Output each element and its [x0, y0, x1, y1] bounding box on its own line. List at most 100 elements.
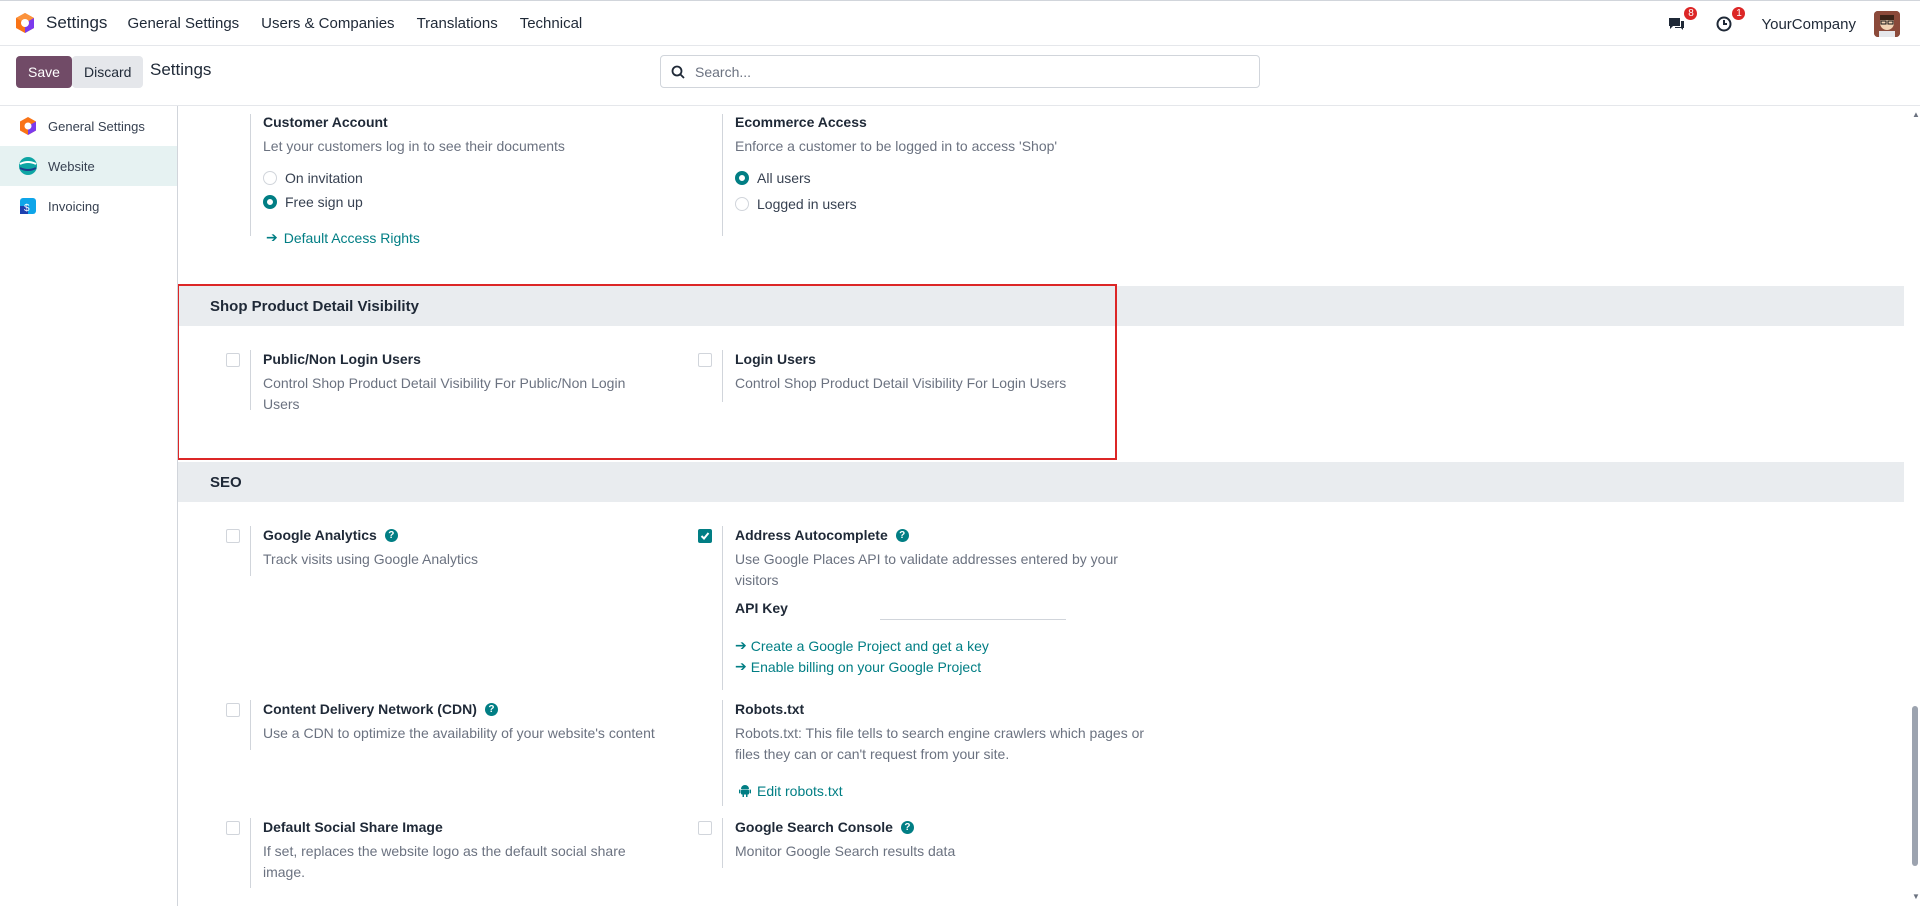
scrollbar[interactable]: ▲ ▼ — [1910, 106, 1920, 906]
customer-account-setting: Customer Account Let your customers log … — [263, 114, 683, 248]
arrow-right-icon: ➔ — [735, 637, 747, 653]
menu-technical[interactable]: Technical — [520, 15, 583, 32]
help-icon[interactable]: ? — [484, 702, 498, 716]
cdn-setting: Content Delivery Network (CDN) ? Use a C… — [263, 701, 703, 744]
address-autocomplete-checkbox[interactable] — [698, 529, 712, 543]
sidebar-item-general-settings[interactable]: General Settings — [0, 106, 177, 146]
user-avatar[interactable] — [1874, 11, 1900, 37]
sidebar-item-label: General Settings — [48, 118, 145, 134]
help-icon[interactable]: ? — [384, 528, 398, 542]
setting-title-text: Google Search Console — [735, 819, 893, 835]
discard-button[interactable]: Discard — [72, 56, 144, 88]
activities-badge: 1 — [1732, 7, 1746, 20]
radio-on-invitation[interactable]: On invitation — [263, 167, 683, 189]
setting-title: Google Search Console ? — [735, 819, 1135, 835]
breadcrumb: Settings — [150, 60, 212, 79]
radio-label: All users — [757, 170, 811, 186]
radio-all-users[interactable]: All users — [735, 167, 1155, 189]
menu-users-companies[interactable]: Users & Companies — [261, 15, 394, 32]
help-icon[interactable]: ? — [895, 528, 909, 542]
chat-icon — [1669, 18, 1685, 30]
ecommerce-access-setting: Ecommerce Access Enforce a customer to b… — [735, 114, 1155, 215]
divider — [250, 700, 251, 750]
search-console-checkbox[interactable] — [698, 821, 712, 835]
control-panel: Save Discard Settings — [0, 46, 1920, 106]
setting-description: Use a CDN to optimize the availability o… — [263, 725, 655, 741]
top-navbar: Settings General Settings Users & Compan… — [0, 0, 1920, 46]
setting-description: Track visits using Google Analytics — [263, 551, 479, 567]
radio-label: Logged in users — [757, 196, 857, 212]
scroll-up-icon[interactable]: ▲ — [1912, 110, 1920, 119]
section-header-seo: SEO — [178, 462, 1904, 502]
menu-general-settings[interactable]: General Settings — [127, 15, 239, 32]
radio-free-sign-up[interactable]: Free sign up — [263, 191, 683, 213]
social-share-image-checkbox[interactable] — [226, 821, 240, 835]
search-input[interactable] — [695, 63, 1235, 80]
radio-label: Free sign up — [285, 194, 363, 210]
svg-text:$: $ — [24, 203, 30, 214]
sidebar-item-label: Invoicing — [48, 198, 100, 214]
divider — [722, 818, 723, 868]
search-bar[interactable] — [660, 55, 1260, 88]
arrow-right-icon: ➔ — [735, 658, 747, 674]
radio-button[interactable] — [735, 171, 749, 185]
save-button[interactable]: Save — [16, 56, 72, 88]
company-switcher[interactable]: YourCompany — [1761, 16, 1856, 33]
setting-title: Default Social Share Image — [263, 819, 443, 835]
api-key-label: API Key — [735, 600, 788, 616]
messages-button[interactable]: 8 — [1665, 7, 1698, 35]
sidebar-item-invoicing[interactable]: $ Invoicing — [0, 186, 177, 226]
radio-label: On invitation — [285, 170, 363, 186]
setting-description: Enforce a customer to be logged in to ac… — [735, 138, 1058, 154]
setting-title: Google Analytics ? — [263, 527, 683, 543]
robots-txt-setting: Robots.txt Robots.txt: This file tells t… — [735, 701, 1145, 801]
setting-title: Address Autocomplete ? — [735, 527, 1135, 543]
setting-title-text: Google Analytics — [263, 527, 377, 543]
setting-description: Use Google Places API to validate addres… — [735, 551, 1118, 588]
default-access-rights-link[interactable]: ➔ Default Access Rights — [266, 227, 683, 248]
radio-button[interactable] — [263, 195, 277, 209]
radio-logged-in-users[interactable]: Logged in users — [735, 193, 1155, 215]
scroll-down-icon[interactable]: ▼ — [1912, 892, 1920, 901]
radio-button[interactable] — [263, 171, 277, 185]
arrow-right-icon: ➔ — [266, 229, 278, 245]
sidebar-item-website[interactable]: Website — [0, 146, 177, 186]
link-label: Edit robots.txt — [757, 782, 843, 799]
odoo-settings-icon — [20, 117, 36, 135]
setting-title: Ecommerce Access — [735, 114, 867, 130]
search-console-setting: Google Search Console ? Monitor Google S… — [735, 819, 1135, 862]
enable-billing-link[interactable]: ➔ Enable billing on your Google Project — [735, 656, 1135, 677]
messages-badge: 8 — [1684, 7, 1698, 20]
app-name[interactable]: Settings — [46, 13, 107, 33]
search-icon — [671, 65, 685, 79]
google-analytics-checkbox[interactable] — [226, 529, 240, 543]
divider — [250, 526, 251, 576]
help-icon[interactable]: ? — [900, 820, 914, 834]
activities-button[interactable]: 1 — [1713, 7, 1746, 35]
radio-button[interactable] — [735, 197, 749, 211]
divider — [722, 700, 723, 806]
menu-translations[interactable]: Translations — [417, 15, 498, 32]
divider — [250, 818, 251, 888]
android-icon — [739, 785, 751, 797]
address-autocomplete-setting: Address Autocomplete ? Use Google Places… — [735, 527, 1135, 677]
create-google-project-link[interactable]: ➔ Create a Google Project and get a key — [735, 635, 1135, 656]
link-label: Create a Google Project and get a key — [750, 637, 989, 654]
odoo-settings-icon[interactable] — [14, 12, 36, 34]
divider — [722, 526, 723, 690]
setting-title: Customer Account — [263, 114, 388, 130]
user-avatar-image — [1874, 11, 1900, 37]
api-key-input[interactable] — [880, 600, 1066, 620]
clock-icon — [1716, 16, 1732, 32]
setting-description: Let your customers log in to see their d… — [263, 138, 565, 154]
sidebar-item-label: Website — [48, 158, 95, 174]
cdn-checkbox[interactable] — [226, 703, 240, 717]
setting-title-text: Content Delivery Network (CDN) — [263, 701, 477, 717]
settings-sidebar: General Settings Website $ Invoicing — [0, 106, 178, 906]
setting-description: Monitor Google Search results data — [735, 843, 956, 859]
edit-robots-link[interactable]: Edit robots.txt — [739, 780, 1145, 801]
scroll-thumb[interactable] — [1912, 706, 1918, 866]
google-analytics-setting: Google Analytics ? Track visits using Go… — [263, 527, 683, 570]
link-label: Default Access Rights — [283, 229, 420, 246]
invoicing-icon: $ — [20, 198, 36, 214]
